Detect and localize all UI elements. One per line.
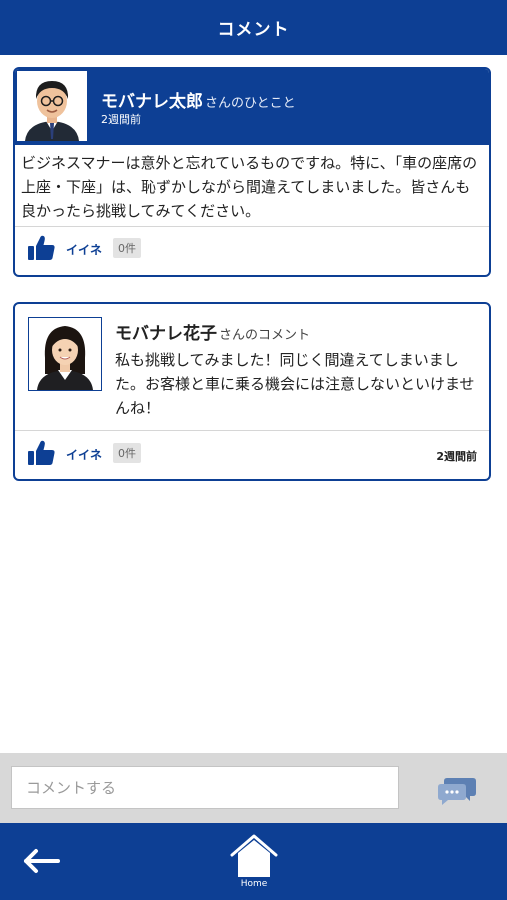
like-count-badge: 0件 [113,443,141,463]
thumbs-up-icon[interactable] [27,439,55,467]
post-author: モバナレ太郎 さんのひとこと [101,87,296,112]
comment-author-name: モバナレ花子 [115,324,217,344]
comment-author-suffix: さんのコメント [219,328,311,343]
comment-card: モバナレ花子 さんのコメント 私も挑戦してみました！同じく間違えてしまいました。お… [13,302,491,481]
comment-input-bar [0,753,507,823]
comment-actions: イイネ 0件 2週間前 [15,434,489,474]
comment-author: モバナレ花子 さんのコメント [115,319,310,344]
home-icon [230,834,278,877]
bottom-nav: Home [0,823,507,900]
comment-body: 私も挑戦してみました！同じく間違えてしまいました。お客様と車に乗る機会には注意し… [115,351,475,417]
home-button[interactable]: Home [229,833,279,891]
page-title: コメント [217,20,290,40]
home-label: Home [240,879,268,889]
avatar[interactable] [17,71,87,141]
like-button[interactable]: イイネ [66,446,102,463]
arrow-left-icon[interactable] [20,847,60,875]
post-actions: イイネ 0件 [15,229,489,269]
top-bar: コメント [0,0,507,55]
female-avatar-icon [29,318,101,390]
divider [15,226,489,227]
like-button[interactable]: イイネ [66,241,102,258]
male-avatar-icon [17,71,87,141]
chat-bubble-icon[interactable] [437,775,477,807]
divider [15,430,489,431]
post-author-name: モバナレ太郎 [101,92,203,112]
post-author-suffix: さんのひとこと [205,96,296,111]
post-header: モバナレ太郎 さんのひとこと 2週間前 [15,69,489,145]
comment-input[interactable] [11,766,399,809]
post-card: モバナレ太郎 さんのひとこと 2週間前 ビジネスマナーは意外と忘れているものですね… [13,67,491,277]
comment-timestamp: 2週間前 [436,450,477,463]
like-count-badge: 0件 [113,238,141,258]
avatar[interactable] [28,317,102,391]
post-timestamp: 2週間前 [101,113,141,126]
post-body: ビジネスマナーは意外と忘れているものですね。特に、「車の座席の上座・下座」は、恥… [21,154,478,220]
thumbs-up-icon[interactable] [27,234,55,262]
